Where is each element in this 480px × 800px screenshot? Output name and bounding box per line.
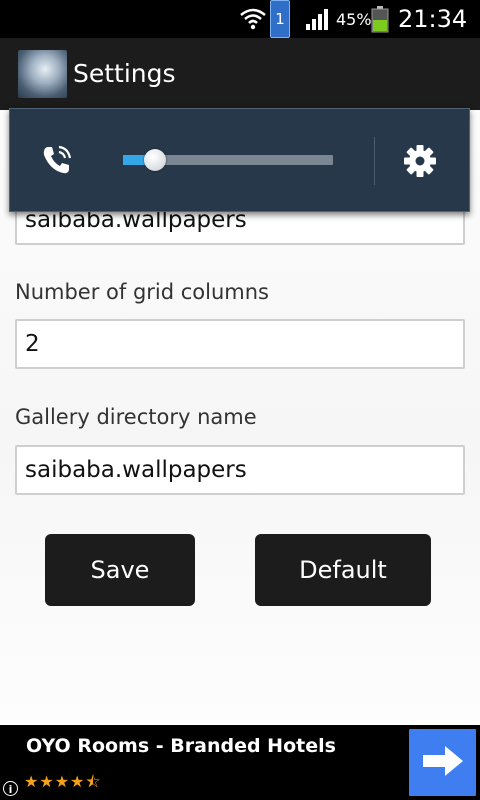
wifi-icon <box>240 0 266 38</box>
phone-call-icon[interactable] <box>40 143 74 181</box>
volume-slider-thumb[interactable] <box>143 149 166 171</box>
save-button[interactable]: Save <box>45 534 195 606</box>
sim-badge: 1 <box>270 0 290 38</box>
page-title: Settings <box>73 59 176 88</box>
default-button[interactable]: Default <box>255 534 431 606</box>
volume-panel <box>9 108 470 212</box>
action-bar: Settings <box>0 38 480 110</box>
right-arrow-icon <box>421 744 465 782</box>
battery-percent: 45% <box>336 9 372 29</box>
volume-divider <box>374 137 375 185</box>
star-rating: ★★★★⯪ <box>24 772 102 791</box>
status-bar: 1 45% 21:34 <box>0 0 480 38</box>
grid-columns-field[interactable] <box>15 319 465 369</box>
gallery-directory-label: Gallery directory name <box>15 405 257 429</box>
gear-icon[interactable] <box>402 143 438 183</box>
ad-title[interactable]: OYO Rooms - Branded Hotels <box>26 735 336 757</box>
grid-columns-label: Number of grid columns <box>15 280 269 304</box>
gallery-directory-field[interactable] <box>15 445 465 495</box>
signal-icon <box>305 0 331 38</box>
volume-slider-track[interactable] <box>123 149 333 171</box>
info-icon[interactable]: i <box>3 781 18 796</box>
ad-open-button[interactable] <box>409 729 476 796</box>
ad-banner[interactable]: OYO Rooms - Branded Hotels i ★★★★⯪ <box>0 725 480 800</box>
battery-icon <box>371 0 389 38</box>
clock: 21:34 <box>398 5 468 33</box>
app-icon[interactable] <box>18 50 67 98</box>
